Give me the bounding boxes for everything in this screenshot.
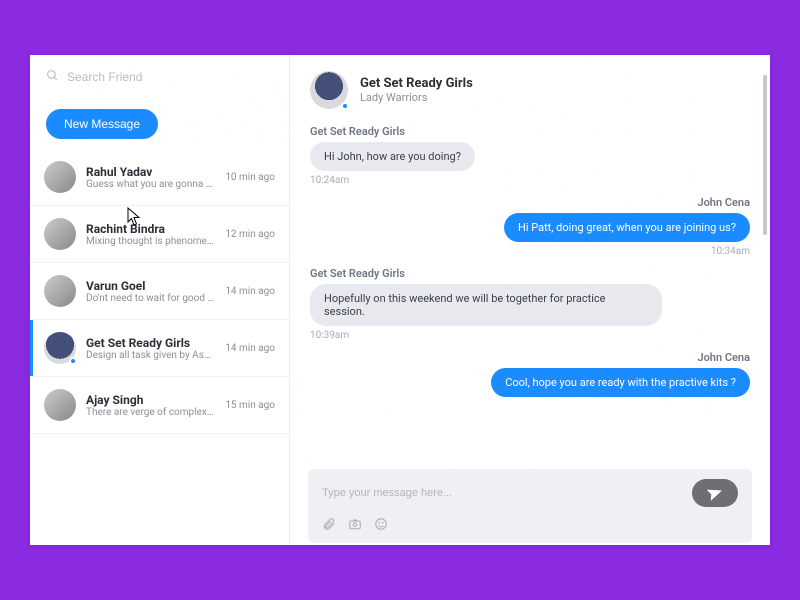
avatar bbox=[44, 161, 76, 193]
chat-pane: Get Set Ready Girls Lady Warriors Get Se… bbox=[290, 55, 770, 545]
message-sender: John Cena bbox=[310, 351, 750, 364]
presence-dot-icon bbox=[341, 102, 349, 110]
thread-name: Rahul Yadav bbox=[86, 165, 215, 179]
search-input[interactable] bbox=[67, 70, 273, 84]
message-bubble: Hi Patt, doing great, when you are joini… bbox=[504, 213, 750, 242]
thread-meta: Varun Goel Do'nt need to wait for good t… bbox=[86, 279, 215, 304]
message-list[interactable]: Get Set Ready Girls Hi John, how are you… bbox=[290, 121, 770, 459]
search-row bbox=[30, 55, 289, 91]
thread-preview: There are verge of complexity in m... bbox=[86, 407, 215, 418]
thread-meta: Get Set Ready Girls Design all task give… bbox=[86, 336, 215, 361]
chat-title: Get Set Ready Girls bbox=[360, 76, 473, 91]
thread-meta: Rahul Yadav Guess what you are gonna get… bbox=[86, 165, 215, 190]
presence-dot-icon bbox=[69, 357, 77, 365]
message-sender: Get Set Ready Girls bbox=[310, 125, 750, 138]
thread-item[interactable]: Ajay Singh There are verge of complexity… bbox=[30, 377, 289, 434]
composer-input[interactable] bbox=[322, 487, 692, 499]
avatar bbox=[44, 332, 76, 364]
message-group: Get Set Ready Girls Hopefully on this we… bbox=[310, 267, 750, 341]
thread-meta: Ajay Singh There are verge of complexity… bbox=[86, 393, 215, 418]
message-time: 10:39am bbox=[310, 330, 750, 341]
search-icon bbox=[46, 69, 59, 85]
thread-name: Get Set Ready Girls bbox=[86, 336, 215, 350]
message-time: 10:24am bbox=[310, 175, 750, 186]
message-bubble: Cool, hope you are ready with the practi… bbox=[491, 368, 750, 397]
emoji-icon[interactable] bbox=[374, 517, 388, 535]
send-button[interactable] bbox=[692, 479, 738, 507]
thread-time: 14 min ago bbox=[225, 286, 275, 297]
thread-item[interactable]: Rachint Bindra Mixing thought is phenome… bbox=[30, 206, 289, 263]
thread-time: 10 min ago bbox=[225, 172, 275, 183]
scrollbar[interactable] bbox=[763, 75, 767, 235]
thread-preview: Do'nt need to wait for good things t... bbox=[86, 293, 215, 304]
composer-tools bbox=[322, 517, 738, 535]
thread-list[interactable]: Rahul Yadav Guess what you are gonna get… bbox=[30, 149, 289, 545]
thread-preview: Design all task given by Ashwini on... bbox=[86, 350, 215, 361]
thread-time: 12 min ago bbox=[225, 229, 275, 240]
message-bubble: Hi John, how are you doing? bbox=[310, 142, 475, 171]
message-bubble: Hopefully on this weekend we will be tog… bbox=[310, 284, 662, 326]
chat-header-text: Get Set Ready Girls Lady Warriors bbox=[360, 76, 473, 104]
chat-header: Get Set Ready Girls Lady Warriors bbox=[290, 55, 770, 121]
thread-name: Rachint Bindra bbox=[86, 222, 215, 236]
thread-time: 14 min ago bbox=[225, 343, 275, 354]
message-sender: John Cena bbox=[310, 196, 750, 209]
camera-icon[interactable] bbox=[348, 517, 362, 535]
new-message-row: New Message bbox=[30, 91, 289, 149]
composer bbox=[308, 469, 752, 543]
message-group: John Cena Cool, hope you are ready with … bbox=[310, 351, 750, 397]
thread-name: Varun Goel bbox=[86, 279, 215, 293]
chat-subtitle: Lady Warriors bbox=[360, 91, 473, 104]
message-time: 10:34am bbox=[310, 246, 750, 257]
sidebar: New Message Rahul Yadav Guess what you a… bbox=[30, 55, 290, 545]
thread-item[interactable]: Varun Goel Do'nt need to wait for good t… bbox=[30, 263, 289, 320]
message-group: Get Set Ready Girls Hi John, how are you… bbox=[310, 125, 750, 186]
thread-preview: Mixing thought is phenomenal dis-... bbox=[86, 236, 215, 247]
messenger-app: New Message Rahul Yadav Guess what you a… bbox=[30, 55, 770, 545]
thread-name: Ajay Singh bbox=[86, 393, 215, 407]
thread-item[interactable]: Rahul Yadav Guess what you are gonna get… bbox=[30, 149, 289, 206]
avatar bbox=[44, 389, 76, 421]
new-message-button[interactable]: New Message bbox=[46, 109, 158, 139]
message-group: John Cena Hi Patt, doing great, when you… bbox=[310, 196, 750, 257]
message-sender: Get Set Ready Girls bbox=[310, 267, 750, 280]
avatar bbox=[44, 275, 76, 307]
thread-item[interactable]: Get Set Ready Girls Design all task give… bbox=[30, 320, 289, 377]
attach-icon[interactable] bbox=[322, 517, 336, 535]
thread-preview: Guess what you are gonna get with... bbox=[86, 179, 215, 190]
thread-time: 15 min ago bbox=[225, 400, 275, 411]
avatar bbox=[44, 218, 76, 250]
send-icon bbox=[705, 483, 726, 504]
chat-avatar bbox=[310, 71, 348, 109]
thread-meta: Rachint Bindra Mixing thought is phenome… bbox=[86, 222, 215, 247]
